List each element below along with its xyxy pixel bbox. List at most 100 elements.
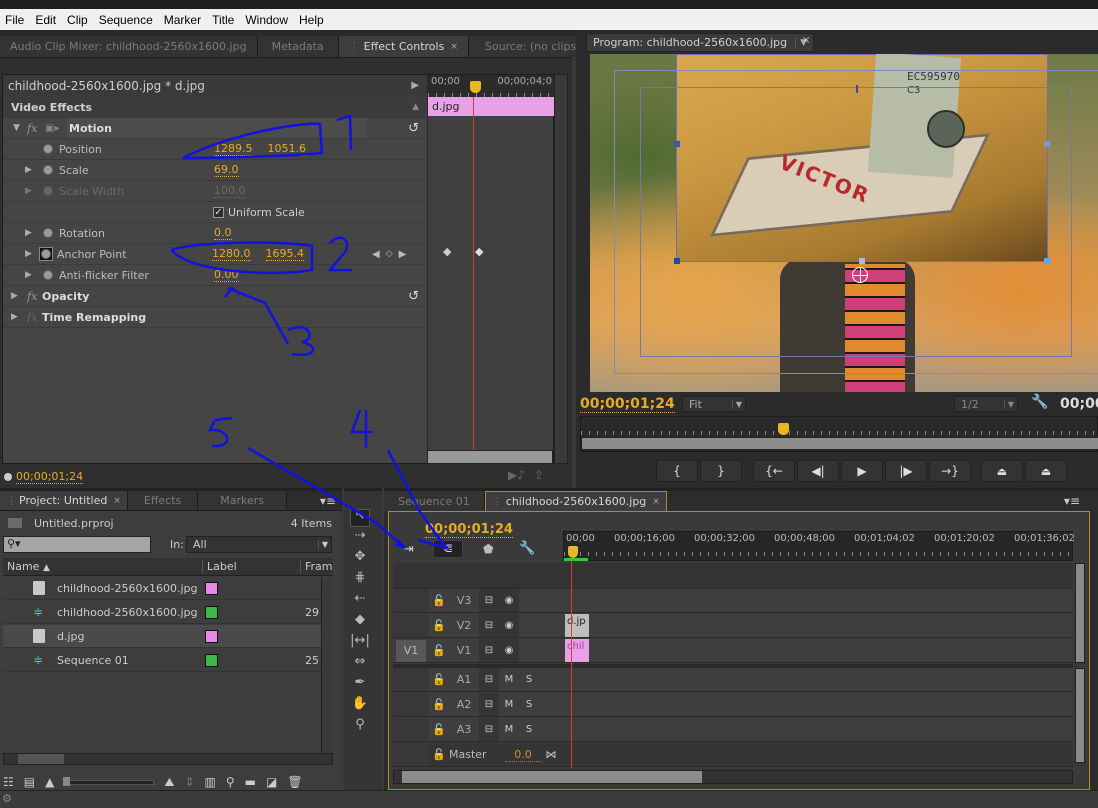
menu-window[interactable]: Window	[240, 13, 294, 27]
menu-sequence[interactable]: Sequence	[94, 13, 159, 27]
mute-button[interactable]: M	[499, 668, 519, 691]
mute-button[interactable]: M	[499, 718, 519, 741]
lift-button[interactable]: ⏏	[981, 460, 1023, 482]
ripple-edit-tool[interactable]: ✥	[350, 547, 370, 565]
tab-audio-clip-mixer[interactable]: Audio Clip Mixer: childhood-2560x1600.jp…	[0, 36, 258, 57]
extract-button[interactable]: ⏏	[1025, 460, 1067, 482]
prev-keyframe-icon[interactable]: ◀	[372, 249, 380, 260]
slide-tool[interactable]: ⇔	[350, 652, 370, 670]
effect-motion[interactable]: ▼ fx ▣▸ Motion ↺	[3, 118, 427, 139]
project-horizontal-scrollbar[interactable]	[3, 753, 333, 765]
export-icon[interactable]: ⇪	[534, 468, 544, 482]
sort-icon[interactable]: ⇕	[184, 775, 194, 789]
eye-icon[interactable]: ◉	[499, 589, 519, 612]
sync-lock-icon[interactable]: ⊟	[479, 614, 499, 637]
list-view-icon[interactable]: ☷	[3, 775, 14, 789]
ec-current-time[interactable]: 00;00;01;24	[16, 470, 84, 484]
tab-metadata[interactable]: Metadata	[257, 36, 339, 57]
menu-marker[interactable]: Marker	[159, 13, 207, 27]
master-volume-value[interactable]: 0.0	[505, 748, 541, 762]
solo-button[interactable]: S	[519, 668, 539, 691]
expand-triangle-icon[interactable]: ▶	[25, 228, 43, 238]
go-to-out-button[interactable]: →}	[929, 460, 971, 482]
tab-effect-controls[interactable]: ⋮ Effect Controls ×	[338, 36, 469, 57]
eye-icon[interactable]: ◉	[499, 639, 519, 662]
sync-lock-icon[interactable]: ⊟	[479, 668, 499, 691]
label-color-swatch[interactable]	[205, 653, 218, 667]
tab-program-monitor[interactable]: Program: childhood-2560x1600.jpg ▼	[586, 33, 815, 52]
timeline-settings-wrench-icon[interactable]: 🔧	[519, 541, 535, 556]
ec-time-ruler[interactable]: 00;00 00;00;04;0	[428, 75, 554, 97]
panel-menu-icon[interactable]: ▾≡	[1058, 491, 1086, 511]
playhead-handle[interactable]	[470, 81, 481, 93]
fx-icon[interactable]: fx	[27, 122, 45, 135]
close-icon[interactable]: ×	[802, 35, 810, 46]
anchor-x-value[interactable]: 1280.0	[212, 247, 251, 261]
clip-childhood[interactable]: chil	[565, 639, 589, 662]
in-filter-dropdown[interactable]: All ▼	[186, 536, 332, 553]
fx-icon[interactable]: fx	[27, 311, 42, 324]
tab-source[interactable]: Source: (no clips)	[468, 36, 590, 57]
source-patch-v1[interactable]: V1	[396, 639, 426, 662]
pen-tool[interactable]: ✒	[350, 673, 370, 691]
close-icon[interactable]: ×	[450, 42, 458, 52]
project-item[interactable]: ≑ Sequence 01 25	[3, 649, 321, 672]
scale-value[interactable]: 69.0	[214, 163, 239, 177]
solo-button[interactable]: S	[519, 693, 539, 716]
sync-lock-icon[interactable]: ⊟	[479, 589, 499, 612]
fx-icon[interactable]: fx	[27, 290, 42, 303]
keyframe-icon[interactable]: ◆	[443, 245, 451, 258]
anchor-y-value[interactable]: 1695.4	[265, 247, 304, 261]
ec-vertical-scrollbar[interactable]	[554, 74, 568, 464]
column-label[interactable]: Label	[203, 560, 301, 573]
label-color-swatch[interactable]	[205, 581, 218, 595]
razor-tool[interactable]: ◆	[350, 610, 370, 628]
keyframe-icon[interactable]: ◆	[475, 245, 483, 258]
snap-toggle-button[interactable]: ⋐	[433, 540, 463, 558]
automate-to-sequence-icon[interactable]: ▥	[205, 775, 216, 789]
resolution-dropdown[interactable]: 1/2 ▼	[954, 396, 1018, 412]
menu-edit[interactable]: Edit	[30, 13, 62, 27]
mark-in-button[interactable]: {	[656, 460, 698, 482]
stopwatch-icon[interactable]	[43, 144, 53, 154]
tab-project[interactable]: ⋮ Project: Untitled ×	[0, 491, 128, 510]
slip-tool[interactable]: |↔|	[350, 631, 370, 649]
project-item[interactable]: d.jpg	[3, 625, 321, 648]
expand-triangle-icon[interactable]: ▶	[11, 312, 27, 322]
project-item[interactable]: ≑ childhood-2560x1600.jpg 29	[3, 601, 321, 624]
sync-lock-icon[interactable]: ⊟	[479, 693, 499, 716]
sync-lock-icon[interactable]: ⊟	[479, 639, 499, 662]
menu-clip[interactable]: Clip	[62, 13, 94, 27]
position-x-value[interactable]: 1289.5	[214, 142, 253, 156]
thumbnail-size-slider[interactable]	[63, 776, 155, 786]
play-button[interactable]: ▶	[841, 460, 883, 482]
video-vertical-scrollbar[interactable]	[1075, 563, 1085, 663]
step-back-button[interactable]: ◀|	[797, 460, 839, 482]
expand-triangle-icon[interactable]: ▶	[25, 249, 39, 259]
lock-icon[interactable]: 🔓	[429, 673, 449, 686]
menu-file[interactable]: File	[0, 13, 30, 27]
next-keyframe-icon[interactable]: ▶	[399, 249, 407, 260]
lock-icon[interactable]: 🔓	[429, 594, 449, 607]
audio-vertical-scrollbar[interactable]	[1075, 668, 1085, 763]
timeline-ruler[interactable]: 00;00 00;00;16;00 00;00;32;00 00;00;48;0…	[563, 531, 1075, 561]
delete-icon[interactable]: 🗑	[287, 775, 302, 789]
lock-icon[interactable]: 🔓	[429, 748, 449, 761]
close-icon[interactable]: ×	[652, 497, 660, 507]
add-marker-icon[interactable]: ⬟	[483, 542, 493, 556]
anti-flicker-value[interactable]: 0.00	[214, 268, 239, 282]
icon-view-icon[interactable]: ▤	[24, 775, 35, 789]
label-color-swatch[interactable]	[205, 605, 218, 619]
zoom-out-icon[interactable]: ▲	[45, 775, 54, 789]
tab-markers[interactable]: Markers	[198, 491, 288, 510]
selection-tool[interactable]: ↖	[350, 506, 370, 524]
expand-triangle-icon[interactable]: ▶	[11, 291, 27, 301]
column-name[interactable]: Name ▲	[3, 560, 203, 573]
expand-triangle-icon[interactable]: ▶	[25, 270, 43, 280]
track-select-tool[interactable]: ⇢	[350, 526, 370, 544]
ec-horizontal-scrollbar[interactable]	[427, 450, 553, 464]
lock-icon[interactable]: 🔓	[429, 619, 449, 632]
clip-d-jpg[interactable]: d.jp	[565, 614, 589, 637]
stopwatch-active-icon[interactable]	[39, 247, 53, 261]
label-color-swatch[interactable]	[205, 629, 218, 643]
